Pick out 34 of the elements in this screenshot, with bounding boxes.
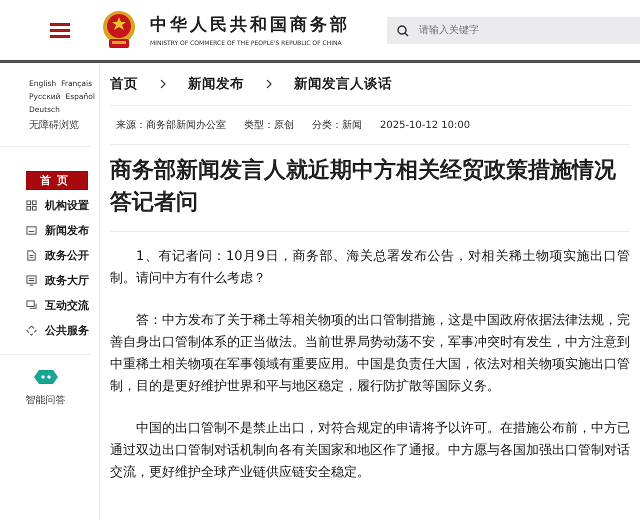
breadcrumb-link[interactable]: 新闻发言人谈话 [294, 75, 392, 93]
nav-item[interactable]: 机构设置 [26, 196, 91, 215]
article-paragraph: 1、有记者问：10月9日，商务部、海关总署发布公告，对相关稀土物项实施出口管制。请问中方有什么考虑？ [110, 248, 630, 288]
accessibility-link[interactable]: 无障碍浏览 [29, 118, 79, 132]
article-meta: 来源：商务部新闻办公室 [116, 118, 226, 132]
site-title: 中华人民共和国商务部 [150, 14, 350, 36]
breadcrumb-link[interactable]: 首页 [110, 75, 138, 93]
article-title: 商务部新闻发言人就近期中方相关经贸政策措施情况答记者问 [110, 156, 617, 217]
nav-item[interactable]: 政务大厅 [26, 271, 91, 290]
monitor-icon [26, 275, 37, 286]
chatbot-icon[interactable] [34, 369, 58, 385]
nav-item[interactable]: 公共服务 [26, 321, 91, 340]
nav-item[interactable]: 新闻发布 [26, 221, 91, 240]
article-meta: 分类：新闻 [312, 118, 362, 132]
diamond-icon [26, 325, 37, 336]
assistant-label[interactable]: 智能问答 [26, 393, 66, 407]
article-paragraph: 中国的出口管制不是禁止出口，对符合规定的申请将予以许可。在措施公布前，中方已通过双边出口管制对话机制向各有关国家和地区作了通报。中方愿与各国加强出口管制对话交流，更好维护全球产业链供应链安全稳定。 [110, 420, 630, 482]
breadcrumb-link[interactable]: 新闻发布 [188, 75, 244, 93]
article-paragraph: 答：中方发布了关于稀土等相关物项的出口管制措施，这是中国政府依据法律法规，完善自身出口管制体系的正当做法。当前世界局势动荡不安，军事冲突时有发生，中方注意到中重稀土相关物项在军事领域有重要应用。中国是负责任大国，依法对相关物项实施出口管制，目的是更好维护世界和平与地区稳定，履行防扩散等国际义务。 [110, 312, 630, 396]
grid-icon [26, 200, 37, 211]
search-field[interactable]: 请输入关键字 [387, 16, 640, 44]
emblem-icon [100, 9, 138, 51]
article-meta: 类型：原创 [244, 118, 294, 132]
nav-item[interactable]: 政务公开 [26, 246, 91, 265]
chat-icon [26, 300, 37, 311]
chevron-icon [266, 79, 272, 89]
screen-icon [26, 225, 37, 236]
search-icon [397, 24, 409, 36]
chevron-icon [160, 79, 166, 89]
menu-icon[interactable] [50, 22, 70, 38]
document-icon [26, 250, 37, 261]
article-meta: 2025-10-12 10:00 [380, 120, 470, 130]
nav-item[interactable]: 互动交流 [26, 296, 91, 315]
nav-item[interactable]: 首页 [26, 171, 88, 190]
